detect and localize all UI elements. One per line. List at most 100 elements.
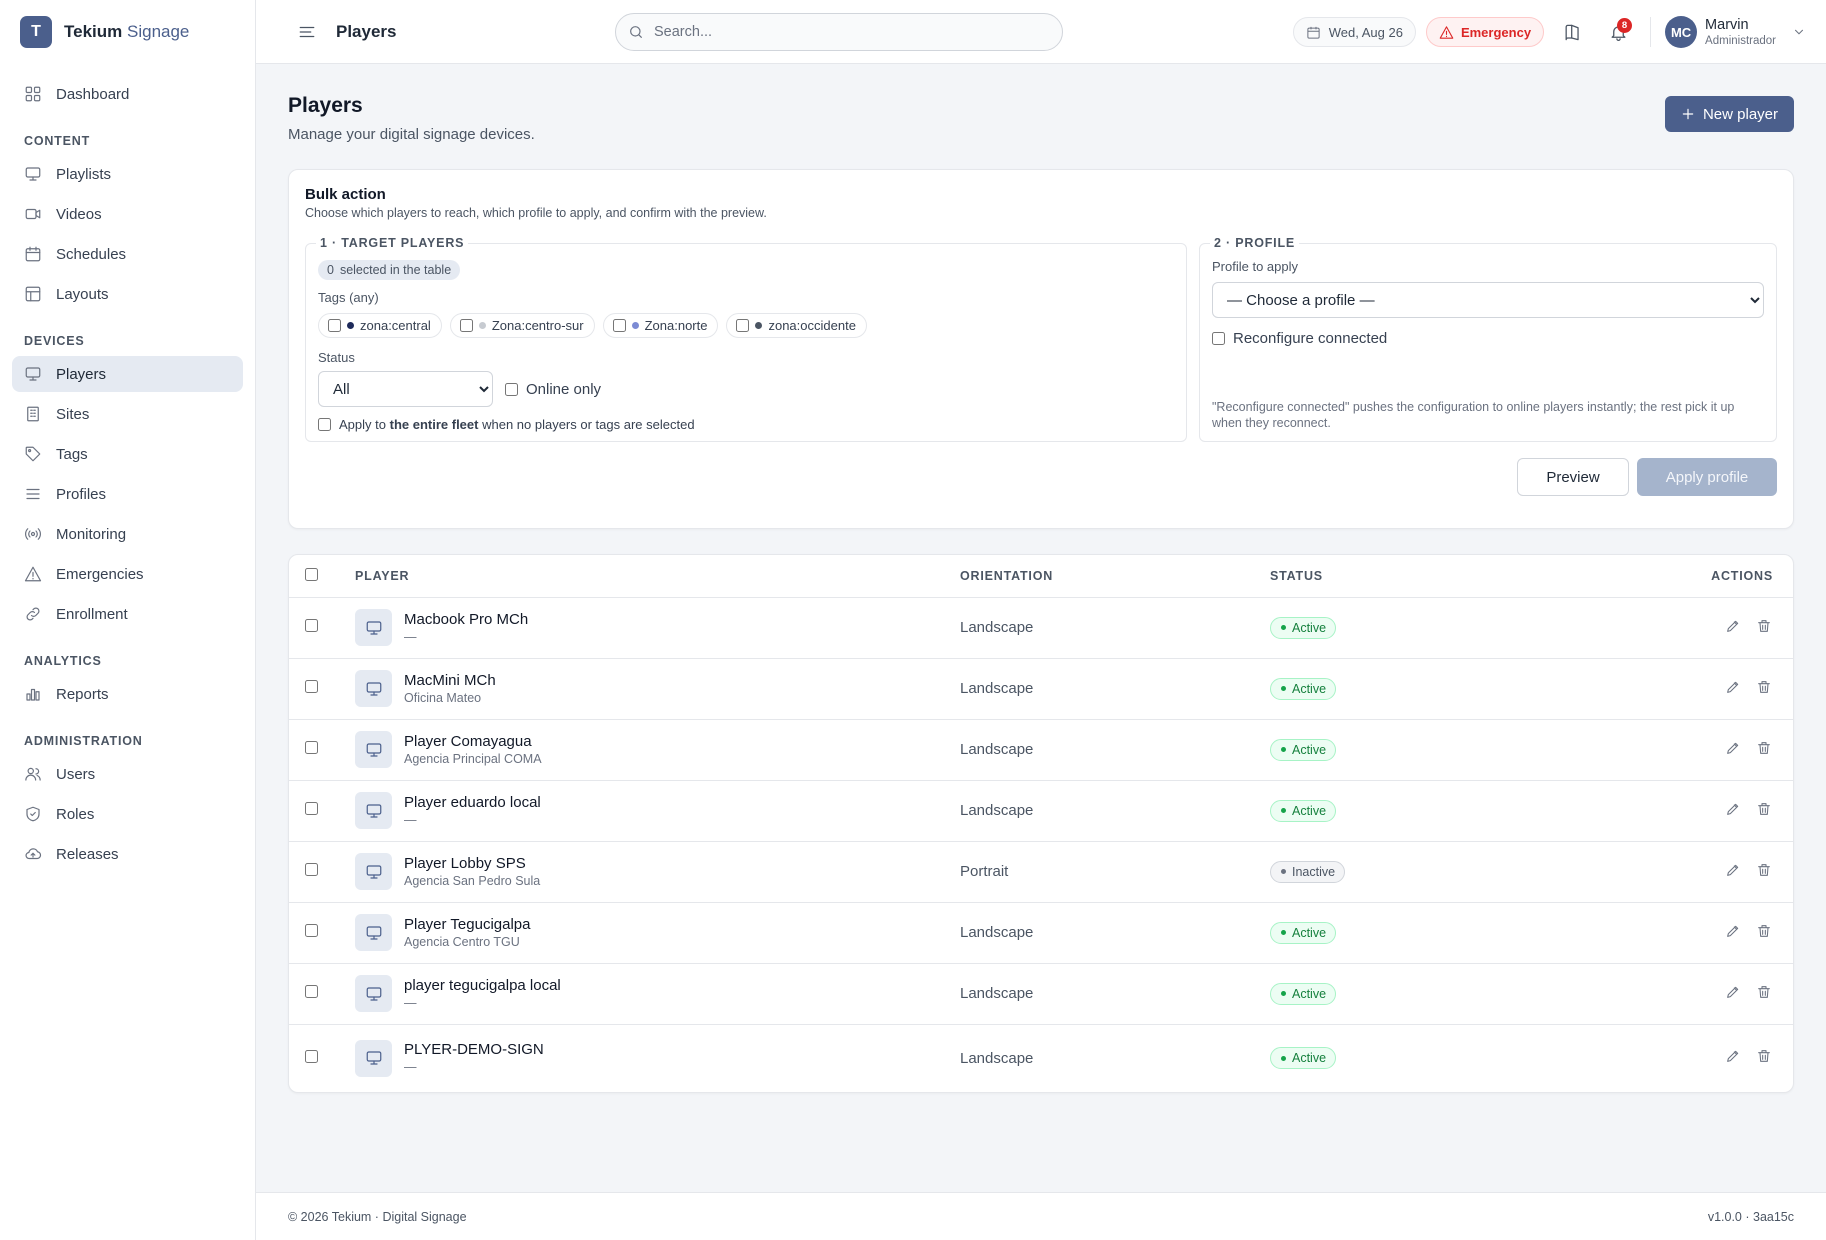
entire-fleet-checkbox[interactable] — [318, 418, 331, 431]
sidebar-item-schedules[interactable]: Schedules — [12, 236, 243, 272]
row-checkbox[interactable] — [305, 985, 318, 998]
sidebar-item-emergencies[interactable]: Emergencies — [12, 556, 243, 592]
table-row[interactable]: Player Tegucigalpa Agencia Centro TGU La… — [289, 902, 1793, 963]
sidebar-item-players[interactable]: Players — [12, 356, 243, 392]
profile-select[interactable]: — Choose a profile — — [1212, 282, 1764, 318]
menu-toggle-button[interactable] — [296, 21, 318, 43]
sidebar-item-sites[interactable]: Sites — [12, 396, 243, 432]
preview-button[interactable]: Preview — [1517, 458, 1629, 496]
search-input[interactable] — [654, 24, 1034, 40]
sidebar-item-layouts[interactable]: Layouts — [12, 276, 243, 312]
tag-checkbox[interactable] — [459, 319, 473, 332]
delete-button[interactable] — [1756, 618, 1773, 635]
sidebar-item-releases[interactable]: Releases — [12, 836, 243, 872]
edit-button[interactable] — [1725, 740, 1742, 757]
tag-filter[interactable]: Zona:centro-sur — [449, 313, 595, 338]
search-box[interactable] — [615, 13, 1063, 51]
row-checkbox[interactable] — [305, 1049, 318, 1063]
emergency-button[interactable]: Emergency — [1425, 17, 1545, 47]
player-cell[interactable]: player tegucigalpa local — — [355, 975, 960, 1012]
table-row[interactable]: PLYER-DEMO-SIGN — Landscape Active — [289, 1024, 1793, 1092]
column-header-status[interactable]: STATUS — [1270, 555, 1600, 597]
tag-filters: zona:central Zona:centro-sur Zona:norte … — [318, 313, 1174, 338]
row-checkbox[interactable] — [305, 741, 318, 754]
sidebar-item-enrollment[interactable]: Enrollment — [12, 596, 243, 632]
player-name[interactable]: Player eduardo local — [404, 794, 541, 812]
player-name[interactable]: PLYER-DEMO-SIGN — [404, 1041, 544, 1059]
tag-checkbox[interactable] — [736, 319, 750, 332]
delete-button[interactable] — [1756, 984, 1773, 1001]
online-only-toggle[interactable]: Online only — [505, 381, 601, 398]
sidebar-item-reports[interactable]: Reports — [12, 676, 243, 712]
help-button[interactable] — [1554, 14, 1590, 50]
table-row[interactable]: player tegucigalpa local — Landscape Act… — [289, 963, 1793, 1024]
delete-button[interactable] — [1756, 1048, 1773, 1065]
player-name[interactable]: Macbook Pro MCh — [404, 611, 528, 629]
edit-button[interactable] — [1725, 984, 1742, 1001]
player-cell[interactable]: PLYER-DEMO-SIGN — — [355, 1039, 960, 1077]
row-checkbox[interactable] — [305, 924, 318, 937]
delete-button[interactable] — [1756, 862, 1773, 879]
player-name[interactable]: Player Tegucigalpa — [404, 916, 530, 934]
sidebar-item-videos[interactable]: Videos — [12, 196, 243, 232]
delete-button[interactable] — [1756, 801, 1773, 818]
player-cell[interactable]: Player Lobby SPS Agencia San Pedro Sula — [355, 853, 960, 890]
sidebar-item-roles[interactable]: Roles — [12, 796, 243, 832]
date-pill[interactable]: Wed, Aug 26 — [1292, 17, 1416, 47]
table-row[interactable]: Player eduardo local — Landscape Active — [289, 780, 1793, 841]
player-cell[interactable]: MacMini MCh Oficina Mateo — [355, 670, 960, 707]
column-header-orientation[interactable]: ORIENTATION — [960, 555, 1270, 597]
edit-button[interactable] — [1725, 801, 1742, 818]
user-menu[interactable]: MC Marvin Administrador — [1665, 16, 1806, 48]
delete-button[interactable] — [1756, 740, 1773, 757]
player-cell[interactable]: Player eduardo local — — [355, 792, 960, 829]
new-player-button[interactable]: New player — [1664, 96, 1794, 132]
column-header-player[interactable]: PLAYER — [355, 555, 960, 597]
tag-filter[interactable]: zona:central — [318, 313, 442, 338]
table-row[interactable]: Macbook Pro MCh — Landscape Active — [289, 597, 1793, 658]
tag-checkbox[interactable] — [328, 319, 341, 332]
player-cell[interactable]: Player Comayagua Agencia Principal COMA — [355, 731, 960, 768]
tag-checkbox[interactable] — [612, 319, 626, 332]
entire-fleet-toggle[interactable]: Apply to the entire fleet when no player… — [318, 417, 1174, 432]
table-row[interactable]: Player Lobby SPS Agencia San Pedro Sula … — [289, 841, 1793, 902]
player-name[interactable]: MacMini MCh — [404, 672, 496, 690]
player-name[interactable]: Player Comayagua — [404, 733, 542, 751]
link-icon — [26, 607, 40, 621]
edit-button[interactable] — [1725, 862, 1742, 879]
reconfigure-toggle[interactable]: Reconfigure connected — [1212, 330, 1764, 347]
player-cell[interactable]: Macbook Pro MCh — — [355, 609, 960, 646]
online-only-checkbox[interactable] — [505, 382, 518, 396]
edit-button[interactable] — [1725, 679, 1742, 696]
reconfigure-checkbox[interactable] — [1212, 332, 1225, 345]
sidebar-item-tags[interactable]: Tags — [12, 436, 243, 472]
warning-icon — [24, 566, 42, 582]
player-name[interactable]: player tegucigalpa local — [404, 977, 561, 995]
tag-filter[interactable]: zona:occidente — [726, 313, 867, 338]
row-checkbox[interactable] — [305, 802, 318, 815]
row-checkbox[interactable] — [305, 863, 318, 876]
apply-profile-button[interactable]: Apply profile — [1637, 458, 1777, 496]
edit-button[interactable] — [1725, 618, 1742, 635]
row-checkbox[interactable] — [305, 619, 318, 632]
sidebar-item-profiles[interactable]: Profiles — [12, 476, 243, 512]
player-name[interactable]: Player Lobby SPS — [404, 855, 540, 873]
table-row[interactable]: MacMini MCh Oficina Mateo Landscape Acti… — [289, 658, 1793, 719]
brand[interactable]: T Tekium Signage — [0, 0, 255, 64]
row-checkbox[interactable] — [305, 680, 318, 693]
calendar-icon — [25, 246, 41, 262]
sidebar-item-users[interactable]: Users — [12, 756, 243, 792]
sidebar-item-playlists[interactable]: Playlists — [12, 156, 243, 192]
table-row[interactable]: Player Comayagua Agencia Principal COMA … — [289, 719, 1793, 780]
status-select[interactable]: All — [318, 371, 493, 407]
notifications-button[interactable]: 8 — [1600, 14, 1636, 50]
player-cell[interactable]: Player Tegucigalpa Agencia Centro TGU — [355, 914, 960, 951]
edit-button[interactable] — [1725, 1048, 1742, 1065]
delete-button[interactable] — [1756, 923, 1773, 940]
sidebar-item-monitoring[interactable]: Monitoring — [12, 516, 243, 552]
delete-button[interactable] — [1756, 679, 1773, 696]
edit-button[interactable] — [1725, 923, 1742, 940]
select-all-checkbox[interactable] — [305, 567, 318, 581]
tag-filter[interactable]: Zona:norte — [602, 313, 719, 338]
sidebar-item-dashboard[interactable]: Dashboard — [12, 76, 243, 112]
